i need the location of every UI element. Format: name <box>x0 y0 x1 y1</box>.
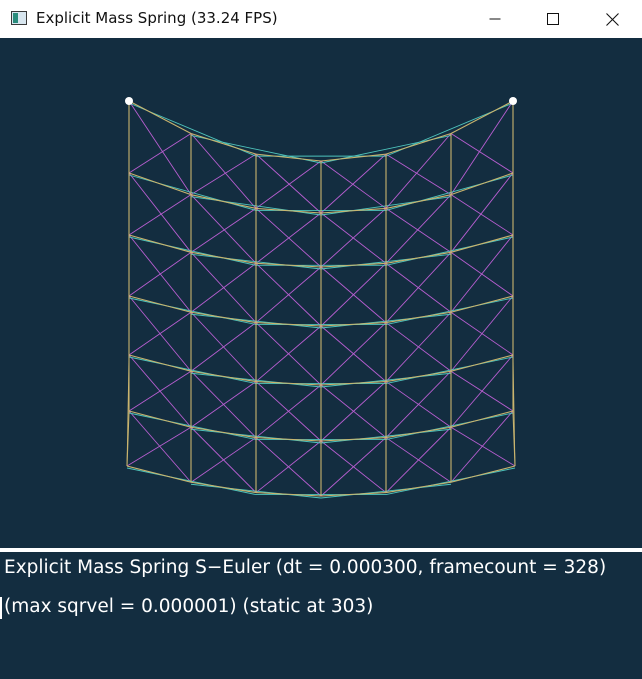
spring-170 <box>190 251 257 264</box>
title-bar[interactable]: Explicit Mass Spring (33.24 FPS) <box>0 0 642 39</box>
spring-31 <box>320 263 387 327</box>
app-window: Explicit Mass Spring (33.24 FPS) Explici… <box>0 0 642 679</box>
spring-55 <box>320 381 387 442</box>
maximize-button[interactable] <box>524 0 582 38</box>
spring-39 <box>190 322 257 372</box>
spring-43 <box>320 322 387 386</box>
minimize-button[interactable] <box>466 0 524 38</box>
spring-67 <box>320 437 387 497</box>
spring-3 <box>190 153 257 196</box>
spring-215 <box>385 426 452 439</box>
simulation-viewport[interactable] <box>0 38 642 679</box>
spring-97 <box>128 412 257 441</box>
mass-spring-cloth <box>125 97 517 499</box>
spring-225 <box>450 465 516 483</box>
spring-148 <box>320 153 387 162</box>
spring-23 <box>450 172 514 253</box>
spring-189 <box>385 311 452 324</box>
spring-27 <box>190 262 257 313</box>
spring-63 <box>190 437 257 483</box>
spring-6 <box>320 160 387 209</box>
spring-150 <box>385 132 452 155</box>
spring-8 <box>385 153 452 196</box>
close-button[interactable] <box>582 0 642 38</box>
spring-82 <box>128 236 257 266</box>
spring-217 <box>450 410 514 428</box>
spring-47 <box>450 295 514 372</box>
spring-41 <box>255 325 322 382</box>
maximize-icon <box>547 13 559 25</box>
spring-11 <box>450 100 514 195</box>
spring-13 <box>128 194 192 236</box>
spring-12 <box>128 172 192 253</box>
spring-22 <box>450 194 514 236</box>
spring-194 <box>128 354 192 372</box>
spring-1 <box>128 133 192 174</box>
spring-220 <box>126 465 192 483</box>
window-title: Explicit Mass Spring (33.24 FPS) <box>36 9 278 27</box>
spring-15 <box>190 208 257 253</box>
spring-204 <box>450 354 514 372</box>
pinned-node-right[interactable] <box>509 97 517 105</box>
spring-19 <box>320 208 387 268</box>
spring-81 <box>385 174 514 211</box>
status-edge-marker <box>0 597 2 619</box>
spring-142 <box>128 100 192 134</box>
status-line-convergence: (max sqrvel = 0.000001) (static at 303) <box>4 596 374 617</box>
spring-25 <box>128 251 192 297</box>
spring-224 <box>385 481 452 494</box>
viewport-separator <box>0 548 642 552</box>
spring-5 <box>255 160 322 209</box>
spring-207 <box>128 410 192 428</box>
spring-10 <box>450 133 514 174</box>
spring-181 <box>128 295 192 313</box>
spring-37 <box>128 311 192 356</box>
spring-155 <box>128 172 192 196</box>
spring-202 <box>385 370 452 383</box>
spring-17 <box>255 212 322 264</box>
spring-209 <box>190 426 257 439</box>
close-icon <box>605 12 619 26</box>
spring-165 <box>450 172 514 196</box>
spring-183 <box>190 311 257 324</box>
spring-20 <box>385 208 452 253</box>
spring-86 <box>385 236 514 266</box>
status-line-solver: Explicit Mass Spring S−Euler (dt = 0.000… <box>4 557 607 578</box>
minimize-icon <box>489 18 501 20</box>
spring-29 <box>255 266 322 323</box>
spring-144 <box>190 132 257 155</box>
window-app-icon <box>11 11 27 25</box>
spring-77 <box>128 174 257 211</box>
pinned-node-left[interactable] <box>125 97 133 105</box>
spring-71 <box>450 410 514 483</box>
spring-176 <box>385 251 452 264</box>
spring-70 <box>450 426 516 467</box>
spring-65 <box>255 440 322 493</box>
spring-101 <box>385 412 514 441</box>
spring-168 <box>128 234 192 253</box>
spring-0 <box>128 100 192 195</box>
spring-61 <box>126 426 192 467</box>
spring-59 <box>450 354 514 428</box>
spring-146 <box>255 153 322 162</box>
spring-35 <box>450 234 514 313</box>
spring-51 <box>190 381 257 428</box>
spring-60 <box>128 410 192 483</box>
spring-53 <box>255 384 322 438</box>
spring-191 <box>450 295 514 313</box>
spring-221 <box>190 481 257 494</box>
spring-152 <box>450 100 514 134</box>
spring-4 <box>255 153 322 214</box>
spring-7 <box>320 153 387 214</box>
spring-49 <box>128 370 192 412</box>
spring-178 <box>450 234 514 253</box>
spring-196 <box>190 370 257 383</box>
